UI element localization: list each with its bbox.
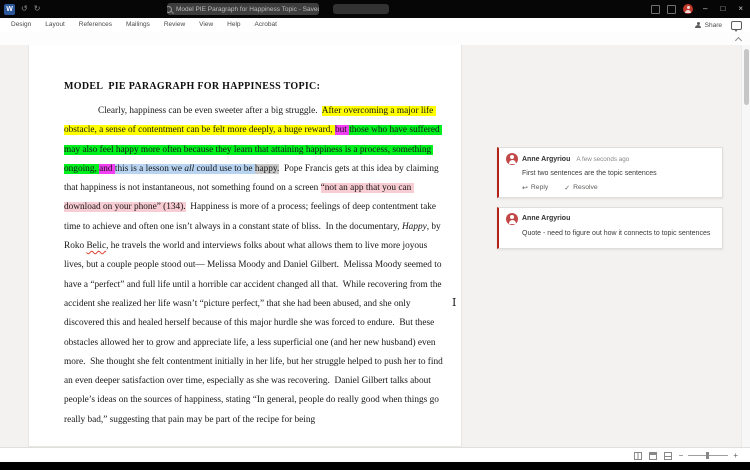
comments-icon[interactable] xyxy=(731,20,742,32)
word-window: W ↺ ↻ Model PIE Paragraph for Happiness … xyxy=(0,0,750,470)
text-segment: could use to be xyxy=(194,163,255,174)
ribbon-right: Share xyxy=(695,18,742,32)
document-heading[interactable]: MODEL PIE PARAGRAPH FOR HAPPINESS TOPIC: xyxy=(64,81,320,92)
text-segment: Clearly, happiness can be even sweeter a… xyxy=(98,106,322,116)
titlebar-right: – □ × xyxy=(651,0,746,18)
titlebar-widget[interactable] xyxy=(333,4,389,14)
print-layout-icon[interactable] xyxy=(648,451,657,460)
share-label: Share xyxy=(704,21,722,29)
avatar xyxy=(506,153,518,165)
comments-pane: Anne Argyriou A few seconds ago First tw… xyxy=(497,147,723,249)
scrollbar-thumb[interactable] xyxy=(743,49,749,105)
ribbon-tab[interactable]: References xyxy=(72,18,119,32)
web-layout-icon[interactable] xyxy=(663,451,672,460)
reply-label: Reply xyxy=(530,184,549,191)
comment-author: Anne Argyriou xyxy=(522,215,571,222)
ribbon-strip xyxy=(0,32,750,46)
comment-card[interactable]: Anne Argyriou A few seconds ago First tw… xyxy=(497,147,723,198)
titlebar-icon[interactable] xyxy=(667,4,677,14)
status-bar-right: − + xyxy=(633,448,738,463)
zoom-slider-thumb[interactable] xyxy=(706,452,710,459)
account-avatar[interactable] xyxy=(683,4,694,14)
ribbon-tab[interactable]: Review xyxy=(157,18,192,32)
document-page[interactable]: MODEL PIE PARAGRAPH FOR HAPPINESS TOPIC:… xyxy=(28,45,462,447)
read-mode-icon[interactable] xyxy=(633,451,642,460)
word-app-icon: W xyxy=(4,3,15,15)
zoom-out-icon[interactable]: − xyxy=(679,451,684,460)
ribbon-tab-bar: Design Layout References Mailings Review… xyxy=(0,18,750,33)
share-button[interactable]: Share xyxy=(695,21,722,29)
text-segment: all xyxy=(184,163,195,174)
text-segment: this is a lesson we xyxy=(114,163,185,174)
collapse-ribbon-icon[interactable] xyxy=(734,36,743,45)
undo-icon[interactable]: ↺ xyxy=(21,0,28,18)
comment-header: Anne Argyriou A few seconds ago xyxy=(506,153,715,165)
text-cursor: I xyxy=(452,296,457,309)
comment-card[interactable]: Anne Argyriou Quote - need to figure out… xyxy=(497,206,723,249)
comment-author: Anne Argyriou xyxy=(522,155,571,163)
avatar xyxy=(506,212,518,225)
text-segment: , he travels the world and interviews fo… xyxy=(64,241,446,425)
status-bar: − + xyxy=(0,447,750,463)
body-paragraph[interactable]: Clearly, happiness can be even sweeter a… xyxy=(64,102,444,430)
titlebar: W ↺ ↻ Model PIE Paragraph for Happiness … xyxy=(0,0,750,18)
ribbon-tab[interactable]: Help xyxy=(220,18,247,32)
reply-icon: ↩ xyxy=(522,184,528,192)
maximize-button[interactable]: □ xyxy=(717,0,728,18)
document-title-text: Model PIE Paragraph for Happiness Topic … xyxy=(175,5,319,13)
quick-access-toolbar: ↺ ↻ xyxy=(21,0,40,18)
comment-timestamp: A few seconds ago xyxy=(576,155,630,163)
zoom-slider[interactable] xyxy=(688,452,729,459)
vertical-scrollbar[interactable] xyxy=(741,45,750,447)
text-segment: and xyxy=(99,163,115,174)
redo-icon[interactable]: ↻ xyxy=(34,0,41,18)
minimize-button[interactable]: – xyxy=(700,0,710,18)
text-segment: happy. xyxy=(254,163,280,174)
close-button[interactable]: × xyxy=(735,0,746,18)
ribbon-tabs: Design Layout References Mailings Review… xyxy=(4,18,284,32)
ribbon-tab[interactable]: Mailings xyxy=(119,18,157,32)
zoom-in-icon[interactable]: + xyxy=(733,451,738,460)
share-icon xyxy=(695,21,702,29)
ribbon-tab[interactable]: Acrobat xyxy=(248,18,284,32)
search-icon xyxy=(167,5,172,13)
reply-button[interactable]: ↩ Reply xyxy=(522,184,548,192)
resolve-button[interactable]: ✓ Resolve xyxy=(564,184,597,192)
ribbon-tab[interactable]: View xyxy=(192,18,220,32)
comment-text: Quote - need to figure out how it connec… xyxy=(522,229,711,237)
ribbon-tab[interactable]: Design xyxy=(4,18,38,32)
zoom-controls: − + xyxy=(679,451,738,460)
comment-actions: ↩ Reply ✓ Resolve xyxy=(522,184,715,192)
resolve-icon: ✓ xyxy=(564,184,571,192)
ribbon-tab[interactable]: Layout xyxy=(38,18,72,32)
resolve-label: Resolve xyxy=(573,184,598,191)
comment-header: Anne Argyriou xyxy=(506,212,715,225)
comment-text: First two sentences are the topic senten… xyxy=(522,170,657,177)
search-box[interactable]: Model PIE Paragraph for Happiness Topic … xyxy=(167,3,319,15)
bottom-black-bar xyxy=(0,462,750,470)
titlebar-icon[interactable] xyxy=(651,4,661,14)
text-segment: but xyxy=(334,125,350,136)
text-segment: Happy xyxy=(401,221,427,232)
text-segment: Belic xyxy=(86,241,107,252)
